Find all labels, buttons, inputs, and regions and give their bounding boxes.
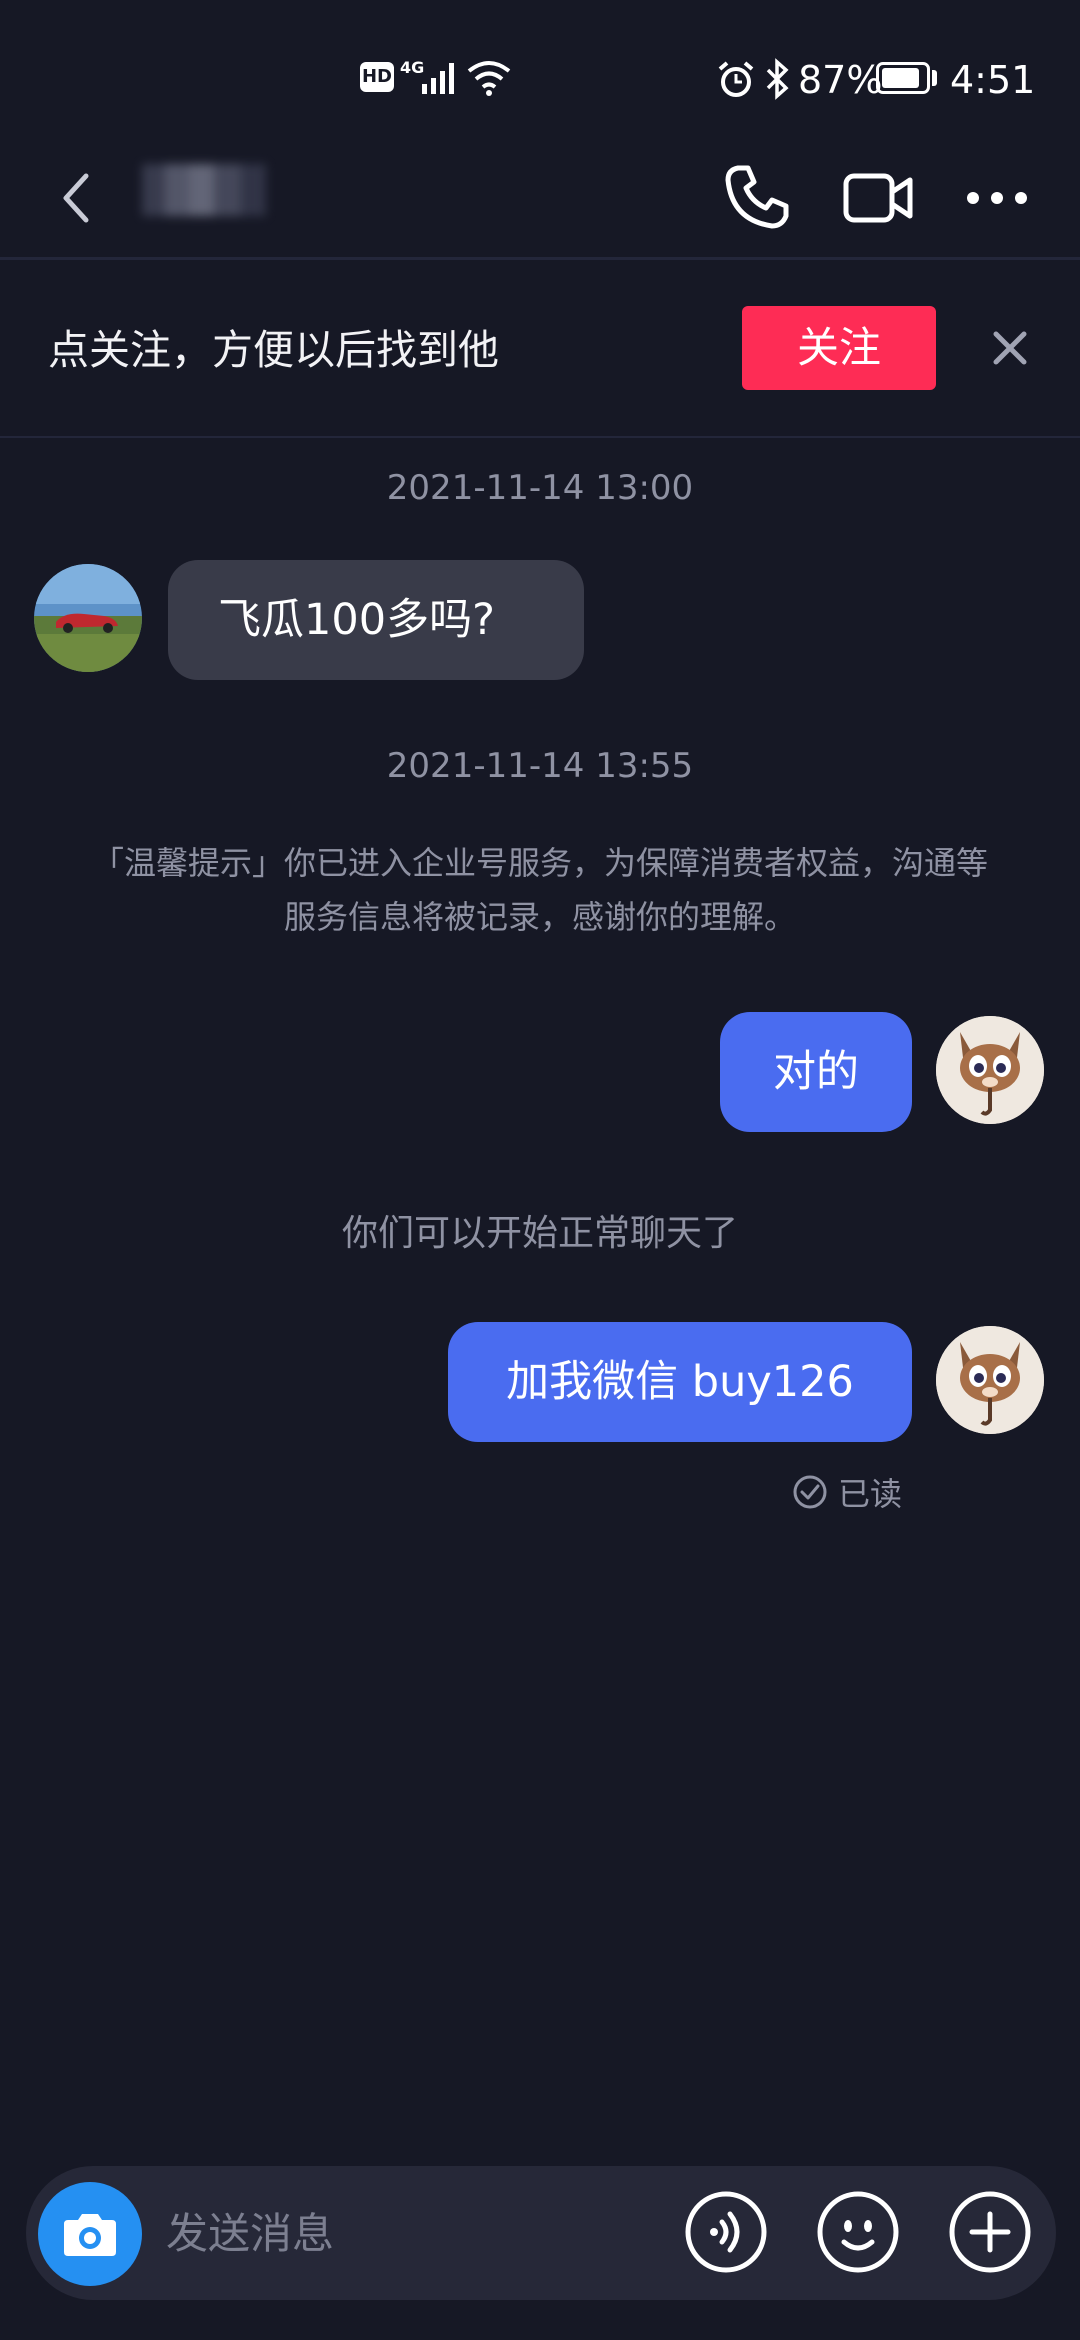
check-circle-icon bbox=[793, 1475, 827, 1509]
battery-fill bbox=[882, 68, 919, 88]
service-notice-line: 「温馨提示」你已进入企业号服务，为保障消费者权益，沟通等 bbox=[91, 844, 988, 882]
status-bar: HD 4G 87% 4:51 bbox=[0, 0, 1080, 150]
message-text: 加我微信 buy126 bbox=[506, 1357, 854, 1407]
clock: 4:51 bbox=[950, 58, 1036, 102]
hd-label: HD bbox=[361, 66, 392, 87]
timestamp: 2021-11-14 13:55 bbox=[386, 746, 694, 786]
message-text: 对的 bbox=[773, 1047, 859, 1097]
my-avatar[interactable] bbox=[936, 1016, 1044, 1124]
follow-prompt: 点关注，方便以后找到他 bbox=[48, 326, 499, 374]
camera-icon bbox=[64, 2214, 116, 2256]
wifi-icon bbox=[467, 61, 511, 96]
service-notice-line: 服务信息将被记录，感谢你的理解。 bbox=[283, 898, 796, 936]
header-divider bbox=[0, 257, 1080, 260]
cat-avatar-image bbox=[936, 1016, 1044, 1124]
landscape-car-image bbox=[34, 564, 142, 672]
cat-avatar-image bbox=[936, 1326, 1044, 1434]
message-input[interactable] bbox=[166, 2200, 646, 2268]
bluetooth-icon bbox=[766, 58, 789, 100]
camera-button[interactable] bbox=[38, 2182, 142, 2286]
service-notice: 「温馨提示」你已进入企业号服务，为保障消费者权益，沟通等 服务信息将被记录，感谢… bbox=[40, 836, 1040, 944]
battery-icon bbox=[876, 62, 930, 94]
emoji-icon[interactable] bbox=[816, 2190, 900, 2274]
hd-badge: HD bbox=[360, 62, 394, 92]
banner-divider bbox=[0, 436, 1080, 438]
signal-icon bbox=[422, 63, 454, 94]
battery-cap bbox=[932, 70, 937, 86]
contact-name-blurred[interactable] bbox=[142, 164, 266, 216]
follow-button[interactable]: 关注 bbox=[742, 306, 936, 390]
contact-avatar[interactable] bbox=[34, 564, 142, 672]
outgoing-message[interactable]: 对的 bbox=[720, 1012, 912, 1132]
incoming-message[interactable]: 飞瓜100多吗? bbox=[168, 560, 584, 680]
alarm-icon bbox=[718, 61, 754, 97]
video-icon[interactable] bbox=[842, 170, 916, 226]
timestamp: 2021-11-14 13:00 bbox=[386, 468, 694, 508]
plus-icon[interactable] bbox=[948, 2190, 1032, 2274]
read-status: 已读 bbox=[838, 1475, 903, 1513]
voice-icon[interactable] bbox=[684, 2190, 768, 2274]
close-icon[interactable] bbox=[990, 328, 1030, 368]
system-notice: 你们可以开始正常聊天了 bbox=[341, 1213, 738, 1254]
back-icon[interactable] bbox=[58, 168, 94, 228]
more-icon[interactable] bbox=[964, 186, 1030, 210]
read-receipt: 已读 bbox=[792, 1472, 903, 1513]
outgoing-message[interactable]: 加我微信 buy126 bbox=[448, 1322, 912, 1442]
my-avatar[interactable] bbox=[936, 1326, 1044, 1434]
phone-icon[interactable] bbox=[722, 162, 792, 232]
battery-percent: 87% bbox=[798, 58, 883, 102]
message-text: 飞瓜100多吗? bbox=[218, 595, 495, 645]
